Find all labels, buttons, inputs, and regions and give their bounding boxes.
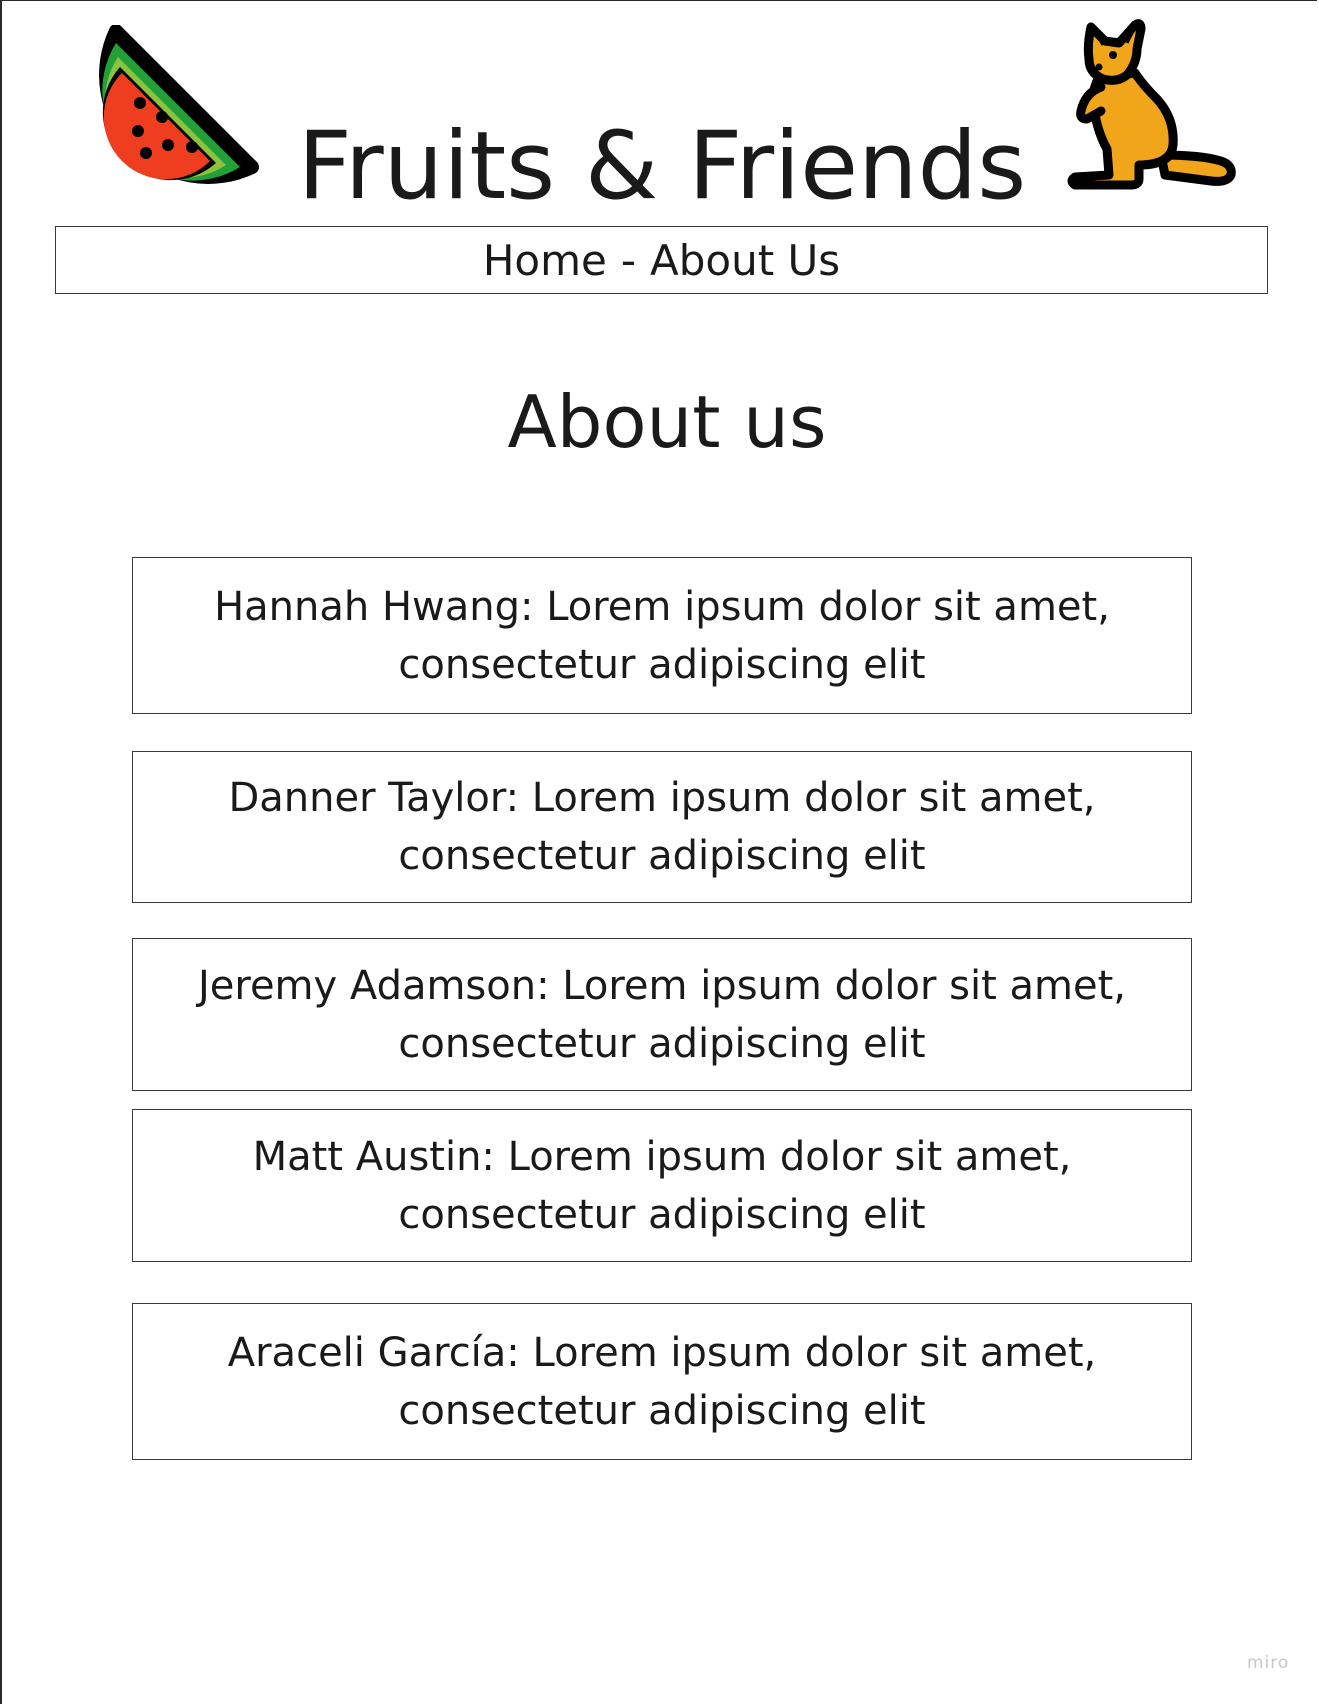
nav-separator: -	[620, 235, 637, 285]
page-heading: About us	[507, 380, 827, 464]
breadcrumb-nav: Home - About Us	[55, 226, 1268, 294]
member-card-text-line2: consectetur adipiscing elit	[398, 1191, 926, 1238]
member-card-text-line1: Hannah Hwang: Lorem ipsum dolor sit amet…	[214, 583, 1110, 630]
page: Fruits & Friends Home - About Us About u…	[0, 0, 1317, 1704]
member-card-text-line2: consectetur adipiscing elit	[398, 641, 926, 688]
miro-watermark: miro	[1247, 1653, 1290, 1673]
nav-link-home[interactable]: Home	[483, 236, 607, 285]
member-card-text-line1: Jeremy Adamson: Lorem ipsum dolor sit am…	[197, 962, 1127, 1009]
member-card-danner-taylor: Danner Taylor: Lorem ipsum dolor sit ame…	[132, 751, 1192, 903]
member-card-jeremy-adamson: Jeremy Adamson: Lorem ipsum dolor sit am…	[132, 938, 1192, 1091]
member-card-text-line2: consectetur adipiscing elit	[398, 833, 926, 879]
member-card-text-line1: Matt Austin: Lorem ipsum dolor sit amet,	[252, 1133, 1072, 1180]
watermelon-icon	[76, 24, 260, 207]
nav-link-about-us[interactable]: About Us	[650, 236, 840, 285]
member-card-text-line2: consectetur adipiscing elit	[398, 1387, 926, 1434]
site-title: Fruits & Friends	[297, 111, 1027, 221]
member-card-araceli-garcia: Araceli García: Lorem ipsum dolor sit am…	[132, 1303, 1192, 1460]
member-card-text-line2: consectetur adipiscing elit	[398, 1020, 926, 1067]
member-card-text-line1: Araceli García: Lorem ipsum dolor sit am…	[227, 1329, 1097, 1376]
member-card-text-line1: Danner Taylor: Lorem ipsum dolor sit ame…	[228, 775, 1096, 821]
kangaroo-icon	[1061, 15, 1241, 197]
member-card-matt-austin: Matt Austin: Lorem ipsum dolor sit amet,…	[132, 1109, 1192, 1262]
member-card-hannah-hwang: Hannah Hwang: Lorem ipsum dolor sit amet…	[132, 557, 1192, 714]
